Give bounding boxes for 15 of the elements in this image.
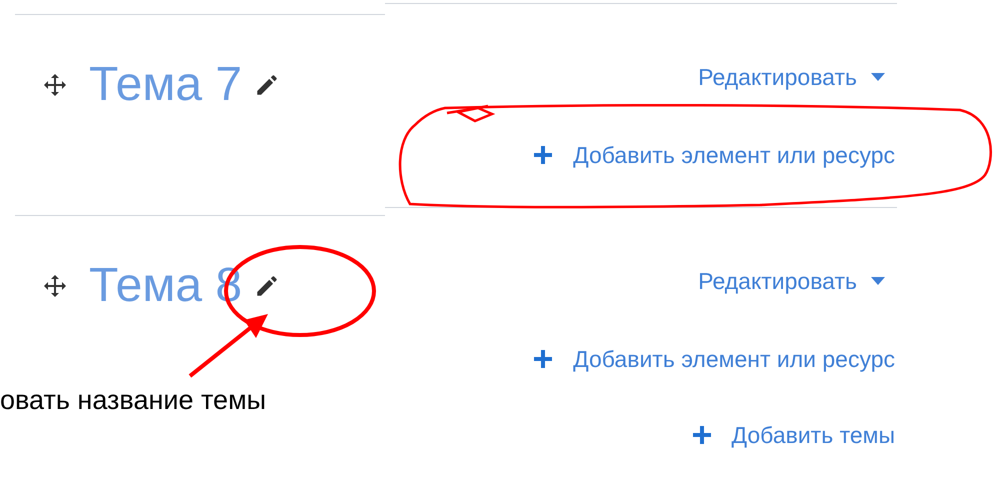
move-icon[interactable] bbox=[43, 73, 67, 97]
edit-menu-button[interactable]: Редактировать bbox=[698, 63, 885, 91]
move-icon[interactable] bbox=[43, 274, 67, 298]
plus-icon bbox=[692, 425, 712, 445]
caret-icon bbox=[871, 277, 885, 285]
add-activity-link[interactable]: Добавить элемент или ресурс bbox=[533, 345, 895, 373]
plus-icon bbox=[533, 145, 554, 165]
add-activity-link[interactable]: Добавить элемент или ресурс bbox=[533, 141, 895, 169]
annotation-scribble bbox=[446, 104, 496, 122]
plus-icon bbox=[533, 349, 554, 369]
caret-icon bbox=[871, 73, 885, 81]
edit-menu-button[interactable]: Редактировать bbox=[698, 267, 885, 295]
add-topics-link[interactable]: Добавить темы bbox=[692, 421, 895, 449]
section-title[interactable]: Тема 7 bbox=[89, 57, 242, 113]
annotation-caption: овать название темы bbox=[0, 384, 266, 416]
